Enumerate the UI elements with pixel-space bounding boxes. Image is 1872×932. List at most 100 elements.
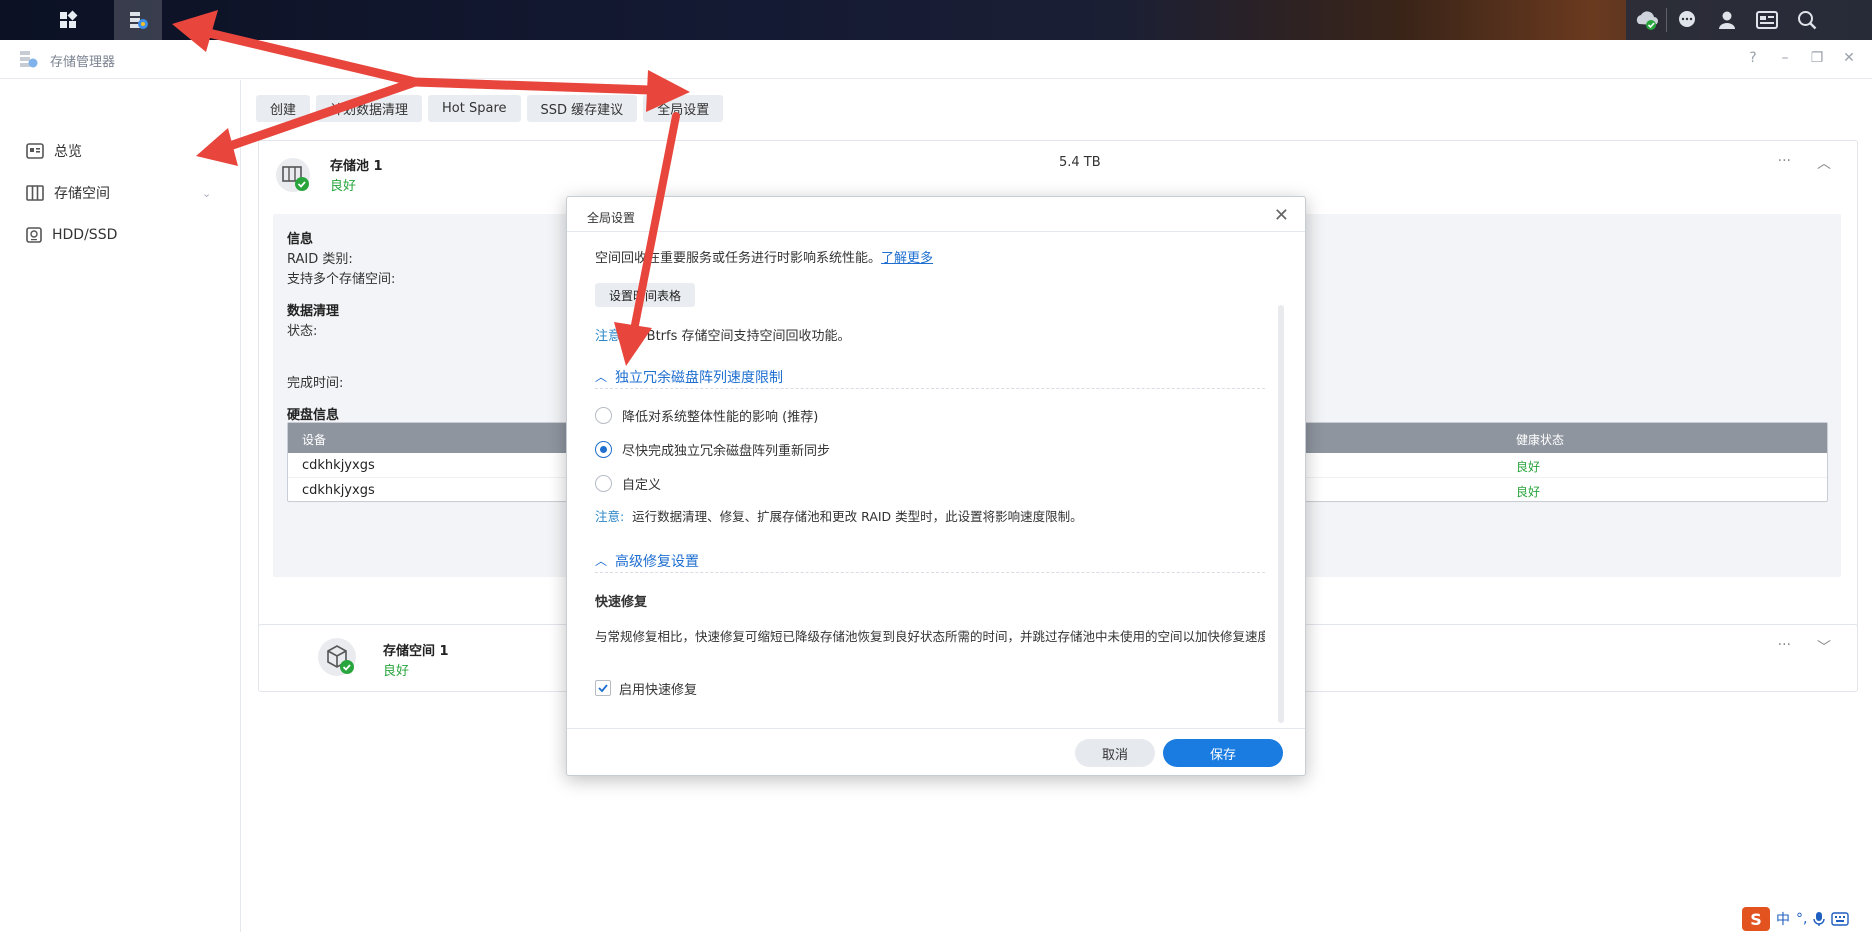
enable-fast-repair-checkbox[interactable]: 启用快速修复 <box>595 678 697 698</box>
reclaim-intro: 空间回收在重要服务或任务进行时影响系统性能。了解更多 <box>595 249 933 269</box>
chevron-down-icon[interactable]: ⌄ <box>202 187 211 200</box>
taskbar <box>0 0 1872 40</box>
close-icon[interactable]: ✕ <box>1840 50 1858 66</box>
close-icon[interactable]: ✕ <box>1274 205 1289 226</box>
storage-pool-icon <box>276 158 310 192</box>
chat-tray-button[interactable] <box>1667 0 1707 40</box>
learn-more-link[interactable]: 了解更多 <box>881 251 933 266</box>
health-cell: 良好 <box>1516 460 1541 474</box>
checkbox-label: 启用快速修复 <box>619 682 698 698</box>
volume-name: 存储空间 1 <box>383 644 449 659</box>
radio-custom[interactable]: 自定义 <box>595 473 661 493</box>
volume-icon <box>318 638 356 676</box>
pool-name: 存储池 1 <box>330 159 383 174</box>
keyboard-icon[interactable] <box>1831 912 1850 926</box>
check-icon <box>598 684 608 693</box>
radio-label: 降低对系统整体性能的影响 (推荐) <box>622 409 819 425</box>
completion-time-label: 完成时间: <box>287 376 344 391</box>
sidebar-item-label: 总览 <box>54 144 82 160</box>
advanced-repair-section-header[interactable]: ︿ 高级修复设置 <box>595 549 1265 573</box>
sidebar: 总览 存储空间 ⌄ HDD/SSD <box>0 80 241 932</box>
dialog-scrollbar[interactable] <box>1278 305 1284 723</box>
storage-manager-taskbar-button[interactable] <box>114 0 162 40</box>
pool-size: 5.4 TB <box>1059 155 1101 170</box>
window-controls: ? – ❐ ✕ <box>1744 50 1858 66</box>
global-settings-button[interactable]: 全局设置 <box>643 95 724 122</box>
ime-toolbar[interactable]: S 中 °, <box>1738 906 1872 932</box>
reclaim-intro-text: 空间回收在重要服务或任务进行时影响系统性能。 <box>595 251 882 266</box>
widgets-icon <box>1756 11 1778 29</box>
radio-fast-resync[interactable]: 尽快完成独立冗余磁盘阵列重新同步 <box>595 439 830 459</box>
help-icon[interactable]: ? <box>1744 50 1762 66</box>
search-tray-button[interactable] <box>1787 0 1827 40</box>
section-title: 高级修复设置 <box>615 553 700 570</box>
radio-reduce-impact[interactable]: 降低对系统整体性能的影响 (推荐) <box>595 405 818 425</box>
volume-status: 良好 <box>383 664 410 679</box>
chevron-up-icon[interactable]: ︿ <box>1817 153 1831 173</box>
health-cell: 良好 <box>1516 485 1541 499</box>
user-icon <box>1719 11 1735 29</box>
sidebar-item-overview[interactable]: 总览 <box>26 136 82 166</box>
note-label: 注意: <box>595 509 625 524</box>
overview-icon <box>26 143 44 159</box>
radio-label: 自定义 <box>622 477 662 493</box>
cloud-check-icon <box>1636 11 1658 30</box>
window-titlebar[interactable]: 存储管理器 ? – ❐ ✕ <box>0 40 1872 79</box>
note-text: 仅 Btrfs 存储空间支持空间回收功能。 <box>629 329 851 344</box>
dialog-divider <box>567 231 1305 232</box>
col-health[interactable]: 健康状态 <box>1516 431 1564 448</box>
user-tray-button[interactable] <box>1707 0 1747 40</box>
radio-button[interactable] <box>595 406 612 424</box>
schedule-button[interactable]: 设置时间表格 <box>595 283 696 307</box>
dialog-title: 全局设置 <box>587 211 636 225</box>
hot-spare-button[interactable]: Hot Spare <box>428 95 521 122</box>
chevron-down-icon[interactable]: ﹀ <box>1817 637 1831 657</box>
widgets-tray-button[interactable] <box>1747 0 1787 40</box>
schedule-scrub-button[interactable]: 计划数据清理 <box>316 95 423 122</box>
radio-button[interactable] <box>595 474 612 492</box>
microphone-icon[interactable] <box>1813 911 1826 927</box>
main-menu-button[interactable] <box>44 0 92 40</box>
sidebar-item-label: 存储空间 <box>54 186 110 202</box>
pool-card-controls: ··· ︿ <box>1778 153 1831 173</box>
sidebar-item-label: HDD/SSD <box>52 227 118 243</box>
ime-language[interactable]: 中 <box>1776 909 1790 929</box>
save-button[interactable]: 保存 <box>1163 739 1283 767</box>
pool-status: 良好 <box>330 179 357 194</box>
checkbox[interactable] <box>595 680 611 696</box>
radio-label: 尽快完成独立冗余磁盘阵列重新同步 <box>622 443 831 459</box>
device-cell: cdkhkjyxgs <box>302 483 375 498</box>
create-button[interactable]: 创建 <box>256 95 311 122</box>
window-title: 存储管理器 <box>50 55 116 70</box>
btrfs-note: 注意: 仅 Btrfs 存储空间支持空间回收功能。 <box>595 327 851 347</box>
note-text: 运行数据清理、修复、扩展存储池和更改 RAID 类型时，此设置将影响速度限制。 <box>632 509 1083 524</box>
system-tray <box>1626 0 1872 40</box>
scrub-state-label: 状态: <box>287 324 318 339</box>
more-icon[interactable]: ··· <box>1778 637 1791 657</box>
radio-button[interactable] <box>595 440 612 458</box>
raid-speed-section-header[interactable]: ︿ 独立冗余磁盘阵列速度限制 <box>595 365 1265 389</box>
restore-icon[interactable]: ❐ <box>1808 50 1826 66</box>
device-cell: cdkhkjyxgs <box>302 458 375 473</box>
sidebar-item-hdd-ssd[interactable]: HDD/SSD <box>26 220 117 250</box>
note-label: 注意: <box>595 329 626 344</box>
cancel-button[interactable]: 取消 <box>1075 739 1155 767</box>
chevron-up-icon: ︿ <box>595 370 608 384</box>
raid-type-label: RAID 类别: <box>287 252 353 267</box>
chat-icon <box>1679 11 1695 27</box>
sidebar-item-storage[interactable]: 存储空间 ⌄ <box>26 178 211 208</box>
minimize-icon[interactable]: – <box>1776 50 1794 66</box>
info-heading: 信息 <box>287 232 314 247</box>
ssd-cache-advisor-button[interactable]: SSD 缓存建议 <box>526 95 638 122</box>
ime-punctuation[interactable]: °, <box>1796 911 1807 927</box>
fast-repair-description: 与常规修复相比，快速修复可缩短已降级存储池恢复到良好状态所需的时间，并跳过存储池… <box>595 629 1265 644</box>
storage-manager-icon <box>130 12 148 29</box>
search-icon <box>1798 11 1817 30</box>
col-device[interactable]: 设备 <box>302 431 326 448</box>
toolbar: 创建 计划数据清理 Hot Spare SSD 缓存建议 全局设置 <box>256 95 724 122</box>
scrub-heading: 数据清理 <box>287 304 340 319</box>
cloud-sync-tray-button[interactable] <box>1626 0 1666 40</box>
speed-limit-note: 注意: 运行数据清理、修复、扩展存储池和更改 RAID 类型时，此设置将影响速度… <box>595 507 1083 527</box>
more-icon[interactable]: ··· <box>1778 153 1791 173</box>
grid-icon <box>60 10 78 28</box>
